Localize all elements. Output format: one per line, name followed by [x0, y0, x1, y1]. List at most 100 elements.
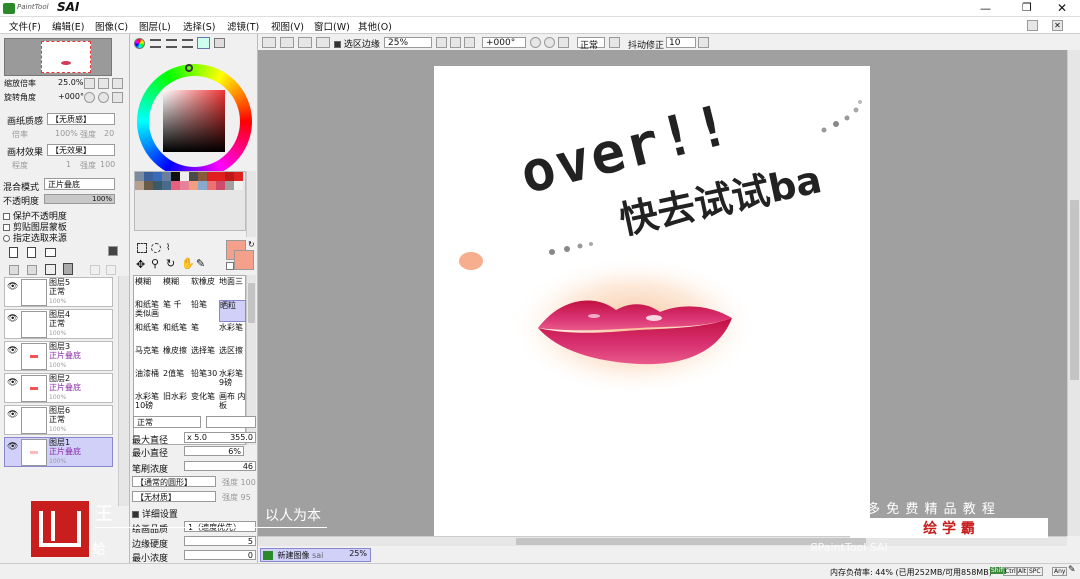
merge-down-icon[interactable] — [27, 265, 37, 275]
eye-icon[interactable]: 👁 — [7, 442, 18, 452]
view-mode-select[interactable]: 正常 — [577, 37, 605, 51]
eyedropper-tool-icon[interactable]: ✎ — [196, 257, 205, 270]
toolbar-zoom-in[interactable] — [450, 37, 461, 48]
canvas-paper[interactable]: over!! 快去试试ba — [434, 66, 870, 536]
transparent-color-icon[interactable] — [226, 262, 234, 270]
hand-tool-icon[interactable]: ✋ — [181, 257, 195, 270]
swatch-scrollbar[interactable] — [246, 171, 256, 237]
layer-row[interactable]: 👁 图层6 正常 100% — [4, 405, 113, 435]
opacity-slider[interactable]: 100% — [44, 194, 115, 204]
menu-file[interactable]: 文件(F) — [9, 19, 41, 33]
swatch-grid[interactable] — [134, 171, 246, 231]
stabilizer-dropdown[interactable] — [698, 37, 709, 48]
selection-edge-toggle[interactable]: 选区边缘 — [334, 37, 380, 50]
deselect-button[interactable] — [298, 37, 312, 48]
tool-slot[interactable]: 水彩笔 10磅 — [135, 392, 162, 414]
menu-edit[interactable]: 编辑(E) — [52, 19, 84, 33]
paper-texture-select[interactable]: 【无质感】 — [47, 113, 115, 125]
eye-icon[interactable]: 👁 — [7, 314, 18, 324]
tool-slot[interactable]: 铅笔 — [191, 300, 218, 322]
layer-scrollbar[interactable] — [118, 276, 129, 506]
zoom-tool-icon[interactable]: ⚲ — [151, 257, 159, 270]
tool-slot[interactable]: 地面三 — [219, 277, 246, 299]
hue-marker[interactable] — [185, 64, 193, 72]
color-wheel[interactable] — [137, 64, 252, 179]
menu-image[interactable]: 图像(C) — [95, 19, 128, 33]
tool-slot[interactable]: 橡皮擦 — [163, 346, 190, 368]
new-layer-icon[interactable] — [9, 247, 18, 258]
redo-button[interactable] — [280, 37, 294, 48]
tool-slot[interactable]: 选区擦 — [219, 346, 246, 368]
lasso-tool-icon[interactable] — [151, 243, 161, 253]
trash-icon[interactable] — [63, 263, 73, 275]
tool-slot[interactable]: 2值笔 — [163, 369, 190, 391]
brush-texture-select[interactable]: 【无材质】 — [132, 491, 216, 502]
tool-slot[interactable]: 和纸笔 — [135, 323, 162, 345]
rotate-tool-icon[interactable]: ↻ — [166, 257, 175, 270]
rotate-left-button[interactable] — [84, 92, 95, 103]
tool-slot[interactable]: 和纸笔 — [163, 323, 190, 345]
detail-settings-toggle[interactable]: 详细设置 — [132, 507, 178, 520]
color-wheel-mode-icon[interactable] — [134, 38, 145, 49]
tool-slot[interactable]: 油漆桶 — [135, 369, 162, 391]
layer-row-selected[interactable]: 👁 图层1 正片叠底 100% — [4, 437, 113, 467]
minimize-button[interactable]: — — [980, 2, 991, 15]
zoom-select[interactable]: 25% — [384, 37, 432, 48]
flip-button[interactable] — [609, 37, 620, 48]
navigator-preview[interactable] — [4, 38, 112, 76]
swatch-mode-icon[interactable] — [197, 37, 210, 49]
min-density-slider[interactable]: 0 — [184, 550, 256, 560]
max-size-field[interactable]: x 5.0 355.0 — [184, 432, 256, 443]
menu-layer[interactable]: 图层(L) — [139, 19, 171, 33]
tool-slot[interactable]: 笔 — [191, 323, 218, 345]
clear-layer-icon[interactable] — [106, 265, 116, 275]
hsv-slider-mode-icon[interactable] — [166, 39, 177, 48]
zoom-reset-button[interactable] — [112, 78, 123, 89]
layer-row[interactable]: 👁 图层2 正片叠底 100% — [4, 373, 113, 403]
angle-select[interactable]: +000° — [482, 37, 526, 48]
eye-icon[interactable]: 👁 — [7, 378, 18, 388]
toolbar-zoom-out[interactable] — [436, 37, 447, 48]
tool-slot-selected[interactable]: 晒粒 — [219, 300, 246, 322]
blend-mode-select[interactable]: 正片叠底 — [44, 178, 115, 190]
layer-row[interactable]: 👁 图层4 正常 100% — [4, 309, 113, 339]
rotate-reset-toolbar[interactable] — [558, 37, 569, 48]
tool-slot[interactable]: 水彩笔 9磅 — [219, 369, 246, 391]
zoom-in-button[interactable] — [98, 78, 109, 89]
mask-icon[interactable] — [45, 264, 56, 275]
check-selection-source[interactable]: 指定选取来源 — [3, 231, 67, 244]
rgb-slider-mode-icon[interactable] — [150, 39, 161, 48]
rotate-ccw-button[interactable] — [530, 37, 541, 48]
invert-selection-button[interactable] — [316, 37, 330, 48]
eye-icon[interactable]: 👁 — [7, 282, 18, 292]
close-doc-button[interactable]: ✕ — [1052, 20, 1063, 31]
menu-window[interactable]: 窗口(W) — [314, 19, 350, 33]
edge-hardness-slider[interactable]: 5 — [184, 536, 256, 546]
tool-slot[interactable]: 马克笔 — [135, 346, 162, 368]
paper-effect-select[interactable]: 【无效果】 — [47, 144, 115, 156]
swap-colors-icon[interactable]: ↻ — [248, 240, 255, 249]
layer-row[interactable]: 👁 图层3 正片叠底 100% — [4, 341, 113, 371]
magic-wand-tool-icon[interactable]: ⌇ — [166, 243, 176, 253]
tool-slot[interactable]: 和纸笔 类似画 — [135, 300, 162, 322]
tool-slot[interactable]: 画布 内板 — [219, 392, 246, 414]
transfer-down-icon[interactable] — [9, 265, 19, 275]
tool-slot[interactable]: 铅笔30 — [191, 369, 218, 391]
tool-slot[interactable]: 模糊 — [163, 277, 190, 299]
tool-slot[interactable]: 软橡皮 — [191, 277, 218, 299]
menu-select[interactable]: 选择(S) — [183, 19, 215, 33]
menu-other[interactable]: 其他(O) — [358, 19, 392, 33]
new-linework-icon[interactable] — [27, 247, 36, 258]
tool-slot[interactable]: 水彩笔 — [219, 323, 246, 345]
sv-square[interactable] — [163, 90, 225, 152]
tool-slot[interactable]: 笔 千 — [163, 300, 190, 322]
tool-slot[interactable]: 模糊 — [135, 277, 162, 299]
background-color-swatch[interactable] — [234, 250, 254, 270]
stabilizer-select[interactable]: 10 — [666, 37, 696, 48]
brush-mode-select[interactable]: 正常 — [133, 416, 201, 428]
rotate-cw-button[interactable] — [544, 37, 555, 48]
menu-filter[interactable]: 滤镜(T) — [227, 19, 259, 33]
move-tool-icon[interactable]: ✥ — [136, 258, 145, 271]
density-slider[interactable]: 46 — [184, 461, 256, 471]
eye-icon[interactable]: 👁 — [7, 410, 18, 420]
